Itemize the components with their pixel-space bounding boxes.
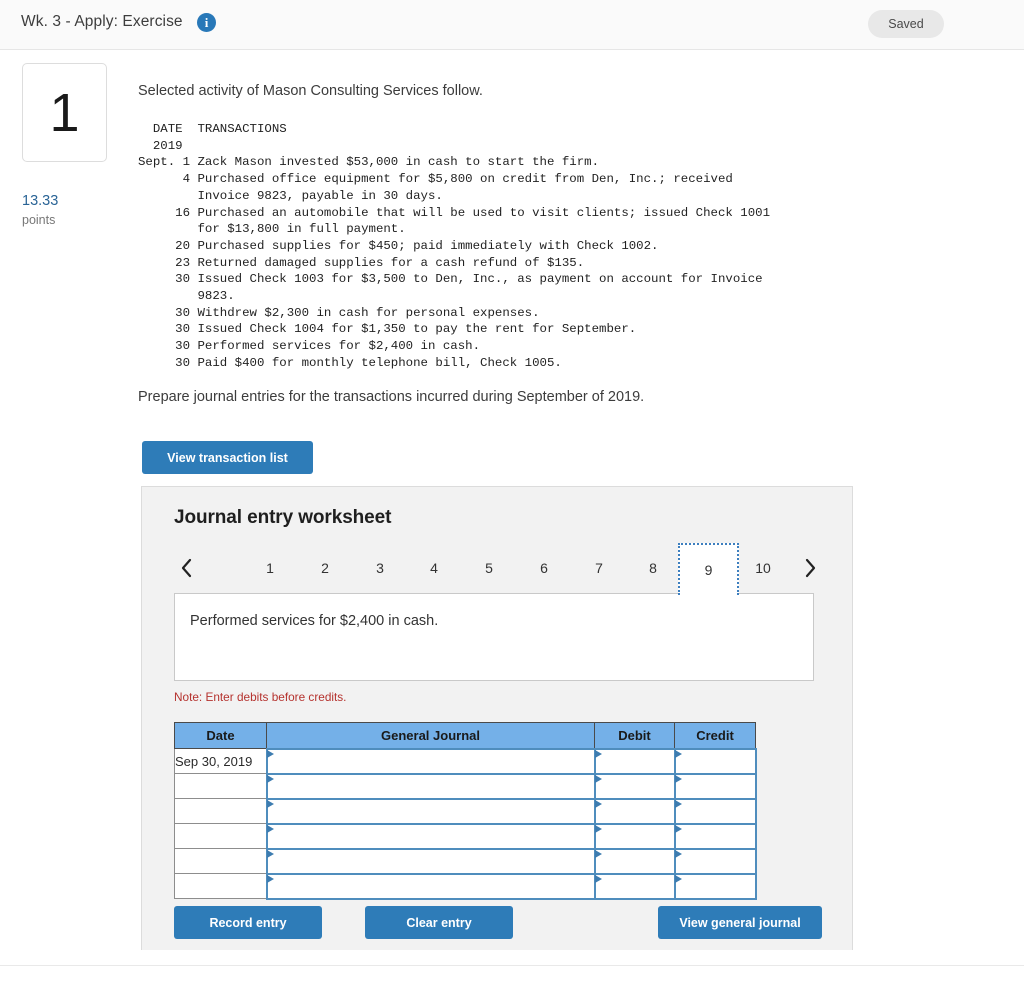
view-general-journal-button[interactable]: View general journal	[658, 906, 822, 939]
pagination-page-4[interactable]: 4	[420, 555, 448, 581]
general-journal-input[interactable]	[265, 873, 596, 900]
pagination-page-9-active[interactable]: 9	[678, 543, 739, 595]
pagination-page-3[interactable]: 3	[366, 555, 394, 581]
journal-entry-worksheet-panel: Journal entry worksheet 1 2 3 4 5 6 7 8 …	[141, 486, 853, 950]
general-journal-input[interactable]	[265, 823, 596, 850]
question-instruction: Prepare journal entries for the transact…	[138, 389, 645, 405]
record-entry-button[interactable]: Record entry	[174, 906, 322, 939]
worksheet-prompt-text: Performed services for $2,400 in cash.	[190, 613, 439, 629]
points-value: 13.33	[22, 193, 59, 209]
debit-input[interactable]	[593, 747, 676, 775]
table-row	[174, 848, 757, 875]
column-header-credit: Credit	[674, 722, 756, 749]
general-journal-input[interactable]	[265, 798, 596, 825]
date-cell[interactable]	[174, 873, 267, 899]
page-title: Wk. 3 - Apply: Exercise	[21, 13, 183, 30]
credit-input[interactable]	[673, 873, 757, 900]
question-intro: Selected activity of Mason Consulting Se…	[138, 83, 483, 99]
worksheet-pagination: 1 2 3 4 5 6 7 8 9 10	[174, 543, 822, 595]
transactions-listing: DATE TRANSACTIONS 2019 Sept. 1 Zack Maso…	[138, 122, 771, 370]
view-transaction-list-button[interactable]: View transaction list	[142, 441, 313, 474]
table-row: Sep 30, 2019	[174, 747, 757, 775]
credit-input[interactable]	[673, 747, 757, 775]
table-row	[174, 873, 757, 900]
credit-input[interactable]	[673, 848, 757, 875]
credit-input[interactable]	[673, 798, 757, 825]
table-row	[174, 773, 757, 800]
date-cell[interactable]: Sep 30, 2019	[174, 748, 267, 774]
credit-input[interactable]	[673, 823, 757, 850]
worksheet-prompt-box: Performed services for $2,400 in cash.	[174, 593, 814, 681]
question-number-box: 1	[22, 63, 107, 162]
general-journal-input[interactable]	[265, 747, 596, 775]
column-header-general-journal: General Journal	[266, 722, 595, 749]
points-label: points	[22, 213, 56, 227]
pagination-page-10[interactable]: 10	[749, 555, 777, 581]
debit-input[interactable]	[593, 823, 676, 850]
app-header: Wk. 3 - Apply: Exercise i Saved	[0, 0, 1024, 50]
date-cell[interactable]	[174, 848, 267, 874]
journal-entry-table: Date General Journal Debit Credit Sep 30…	[174, 722, 757, 900]
pagination-page-6[interactable]: 6	[530, 555, 558, 581]
column-header-date: Date	[174, 722, 267, 749]
table-row	[174, 823, 757, 850]
date-cell[interactable]	[174, 773, 267, 799]
debit-input[interactable]	[593, 773, 676, 800]
worksheet-title: Journal entry worksheet	[174, 507, 392, 528]
question-number: 1	[49, 82, 80, 143]
debit-input[interactable]	[593, 798, 676, 825]
status-badge: Saved	[868, 10, 944, 38]
debit-input[interactable]	[593, 848, 676, 875]
pagination-page-5[interactable]: 5	[475, 555, 503, 581]
pagination-page-1[interactable]: 1	[256, 555, 284, 581]
debits-before-credits-note: Note: Enter debits before credits.	[174, 690, 347, 704]
credit-input[interactable]	[673, 773, 757, 800]
debit-input[interactable]	[593, 873, 676, 900]
general-journal-input[interactable]	[265, 848, 596, 875]
pagination-page-8[interactable]: 8	[639, 555, 667, 581]
pagination-next-chevron-icon[interactable]	[798, 555, 822, 581]
pagination-page-2[interactable]: 2	[311, 555, 339, 581]
pagination-page-7[interactable]: 7	[585, 555, 613, 581]
clear-entry-button[interactable]: Clear entry	[365, 906, 513, 939]
page-bottom-divider	[0, 965, 1024, 966]
info-icon[interactable]: i	[197, 13, 216, 32]
date-cell[interactable]	[174, 798, 267, 824]
column-header-debit: Debit	[594, 722, 675, 749]
date-cell[interactable]	[174, 823, 267, 849]
table-row	[174, 798, 757, 825]
pagination-prev-chevron-icon[interactable]	[174, 555, 198, 581]
general-journal-input[interactable]	[265, 773, 596, 800]
table-header-row: Date General Journal Debit Credit	[174, 722, 756, 749]
